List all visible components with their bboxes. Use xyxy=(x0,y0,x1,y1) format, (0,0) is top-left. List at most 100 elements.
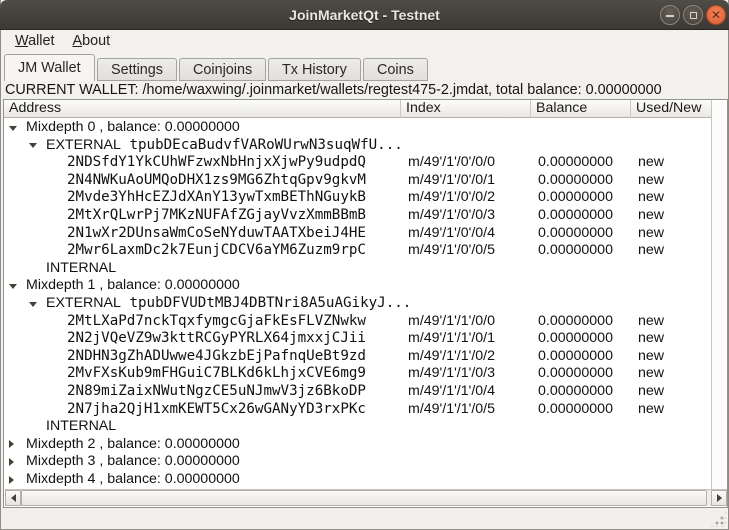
tab-settings[interactable]: Settings xyxy=(97,58,177,81)
address-cell: 2N4NWKuAoUMQoDHX1zs9MG6ZhtqGpv9gkvM xyxy=(67,172,366,190)
menu-bar: WalletAbout xyxy=(1,30,728,53)
horizontal-scrollbar[interactable] xyxy=(5,489,727,506)
xpub-text: tpubDEcaBudvfVARoWUrwN3suqWfU... xyxy=(121,137,403,153)
mixdepth-row[interactable]: Mixdepth 2 , balance: 0.00000000 xyxy=(4,436,712,454)
tab-coinjoins[interactable]: Coinjoins xyxy=(179,58,266,81)
menu-item-about[interactable]: About xyxy=(63,30,119,53)
mixdepth-row[interactable]: Mixdepth 0 , balance: 0.00000000 xyxy=(4,119,712,137)
maximize-button[interactable] xyxy=(683,5,703,25)
branch-label: EXTERNAL xyxy=(46,295,121,311)
balance-cell: 0.00000000 xyxy=(538,330,613,348)
collapse-expander-icon[interactable] xyxy=(9,284,17,289)
balance-cell: 0.00000000 xyxy=(538,401,613,419)
close-button[interactable]: ✕ xyxy=(706,5,726,25)
status-cell: new xyxy=(638,348,664,366)
address-row[interactable]: 2NDSfdY1YkCUhWFzwxNbHnjxXjwPy9udpdQ m/49'… xyxy=(4,154,712,172)
index-cell: m/49'/1'/1'/0/4 xyxy=(408,383,495,401)
collapse-expander-icon[interactable] xyxy=(29,143,37,148)
status-cell: new xyxy=(638,365,664,383)
address-row[interactable]: 2MtLXaPd7nckTqxfymgcGjaFkEsFLVZNwkw m/49'… xyxy=(4,313,712,331)
scroll-left-button[interactable] xyxy=(5,490,21,506)
column-header-index[interactable]: Index xyxy=(401,100,531,118)
index-cell: m/49'/1'/0'/0/2 xyxy=(408,189,495,207)
index-cell: m/49'/1'/0'/0/4 xyxy=(408,225,495,243)
index-cell: m/49'/1'/1'/0/2 xyxy=(408,348,495,366)
mixdepth-label: Mixdepth 4 , balance: 0.00000000 xyxy=(26,471,240,489)
address-cell: 2N89miZaixNWutNgzCE5uNJmwV3jz6BkoDP xyxy=(67,383,366,401)
scroll-right-icon xyxy=(717,494,722,502)
maximize-icon xyxy=(690,12,697,19)
scroll-left-icon xyxy=(11,494,16,502)
balance-cell: 0.00000000 xyxy=(538,313,613,331)
status-cell: new xyxy=(638,207,664,225)
address-row[interactable]: 2Mvde3YhHcEZJdXAnY13ywTxmBEThNGuykBm/49'… xyxy=(4,189,712,207)
mixdepth-label: Mixdepth 3 , balance: 0.00000000 xyxy=(26,453,240,471)
status-cell: new xyxy=(638,330,664,348)
address-cell: 2N1wXr2DUnsaWmCoSeNYduwTAATXbeiJ4HE xyxy=(67,225,366,243)
status-cell: new xyxy=(638,172,664,190)
expand-expander-icon[interactable] xyxy=(9,476,14,484)
balance-cell: 0.00000000 xyxy=(538,365,613,383)
branch-cell: EXTERNAL tpubDEcaBudvfVARoWUrwN3suqWfU..… xyxy=(46,137,403,155)
index-cell: m/49'/1'/0'/0/0 xyxy=(408,154,495,172)
expand-expander-icon[interactable] xyxy=(9,440,14,448)
internal-branch-row[interactable]: INTERNAL xyxy=(4,418,712,436)
collapse-expander-icon[interactable] xyxy=(29,302,37,307)
status-cell: new xyxy=(638,383,664,401)
address-row[interactable]: 2Mwr6LaxmDc2k7EunjCDCV6aYM6Zuzm9rpCm/49'… xyxy=(4,242,712,260)
resize-grip[interactable] xyxy=(710,511,726,527)
tab-tx-history[interactable]: Tx History xyxy=(268,58,361,81)
column-header-balance[interactable]: Balance xyxy=(531,100,631,118)
internal-branch-row[interactable]: INTERNAL xyxy=(4,260,712,278)
window-title: JoinMarketQt - Testnet xyxy=(0,0,729,30)
current-wallet-banner: CURRENT WALLET: /home/waxwing/.joinmarke… xyxy=(1,81,728,99)
tab-coins[interactable]: Coins xyxy=(363,58,428,81)
index-cell: m/49'/1'/0'/0/3 xyxy=(408,207,495,225)
external-branch-row[interactable]: EXTERNAL tpubDEcaBudvfVARoWUrwN3suqWfU..… xyxy=(4,137,712,155)
address-row[interactable]: 2N1wXr2DUnsaWmCoSeNYduwTAATXbeiJ4HE m/49'… xyxy=(4,225,712,243)
address-cell: 2NDSfdY1YkCUhWFzwxNbHnjxXjwPy9udpdQ xyxy=(67,154,366,172)
branch-cell: EXTERNAL tpubDFVUDtMBJ4DBTNri8A5uAGikyJ.… xyxy=(46,295,411,313)
address-cell: 2N7jha2QjH1xmKEWT5Cx26wGANyYD3rxPKc xyxy=(67,401,366,419)
vertical-scrollbar[interactable] xyxy=(711,101,726,489)
status-cell: new xyxy=(638,189,664,207)
balance-cell: 0.00000000 xyxy=(538,348,613,366)
window-bottom-strip xyxy=(1,508,728,529)
tab-jm-wallet[interactable]: JM Wallet xyxy=(4,54,95,81)
mixdepth-row[interactable]: Mixdepth 4 , balance: 0.00000000 xyxy=(4,471,712,489)
column-header-address[interactable]: Address xyxy=(4,100,401,118)
menu-item-wallet[interactable]: Wallet xyxy=(6,30,63,53)
address-cell: 2N2jVQeVZ9w3kttRCGyPYRLX64jmxxjCJii xyxy=(67,330,366,348)
address-cell: 2Mwr6LaxmDc2k7EunjCDCV6aYM6Zuzm9rpC xyxy=(67,242,366,260)
index-cell: m/49'/1'/1'/0/1 xyxy=(408,330,495,348)
address-cell: 2NDHN3gZhADUwwe4JGkzbEjPafnqUeBt9zd xyxy=(67,348,366,366)
expand-expander-icon[interactable] xyxy=(9,458,14,466)
mixdepth-row[interactable]: Mixdepth 3 , balance: 0.00000000 xyxy=(4,453,712,471)
mixdepth-row[interactable]: Mixdepth 1 , balance: 0.00000000 xyxy=(4,277,712,295)
address-row[interactable]: 2N4NWKuAoUMQoDHX1zs9MG6ZhtqGpv9gkvMm/49'… xyxy=(4,172,712,190)
column-header-used-new[interactable]: Used/New xyxy=(631,100,712,118)
horizontal-scrollbar-thumb[interactable] xyxy=(21,490,707,506)
address-row[interactable]: 2MtXrQLwrPj7MKzNUFAfZGjayVvzXmmBBmB m/49'… xyxy=(4,207,712,225)
minimize-button[interactable] xyxy=(660,5,680,25)
internal-label: INTERNAL xyxy=(46,260,116,278)
address-cell: 2MtLXaPd7nckTqxfymgcGjaFkEsFLVZNwkw xyxy=(67,313,366,331)
mixdepth-label: Mixdepth 2 , balance: 0.00000000 xyxy=(26,436,240,454)
scroll-right-button[interactable] xyxy=(711,490,727,506)
minimize-icon xyxy=(666,15,674,17)
address-row[interactable]: 2N7jha2QjH1xmKEWT5Cx26wGANyYD3rxPKcm/49'… xyxy=(4,401,712,419)
tab-bar: JM WalletSettingsCoinjoinsTx HistoryCoin… xyxy=(1,53,728,81)
address-row[interactable]: 2N2jVQeVZ9w3kttRCGyPYRLX64jmxxjCJii m/49'… xyxy=(4,330,712,348)
index-cell: m/49'/1'/1'/0/0 xyxy=(408,313,495,331)
address-row[interactable]: 2N89miZaixNWutNgzCE5uNJmwV3jz6BkoDP m/49'… xyxy=(4,383,712,401)
xpub-text: tpubDFVUDtMBJ4DBTNri8A5uAGikyJ... xyxy=(121,295,411,311)
collapse-expander-icon[interactable] xyxy=(9,126,17,131)
wallet-tree: AddressIndexBalanceUsed/New Mixdepth 0 ,… xyxy=(3,99,728,508)
address-row[interactable]: 2MvFXsKub9mFHGuiC7BLKd6kLhjxCVE6mg9m/49'… xyxy=(4,365,712,383)
balance-cell: 0.00000000 xyxy=(538,242,613,260)
external-branch-row[interactable]: EXTERNAL tpubDFVUDtMBJ4DBTNri8A5uAGikyJ.… xyxy=(4,295,712,313)
balance-cell: 0.00000000 xyxy=(538,225,613,243)
address-cell: 2MtXrQLwrPj7MKzNUFAfZGjayVvzXmmBBmB xyxy=(67,207,366,225)
address-row[interactable]: 2NDHN3gZhADUwwe4JGkzbEjPafnqUeBt9zd m/49'… xyxy=(4,348,712,366)
title-bar[interactable]: JoinMarketQt - Testnet ✕ xyxy=(0,0,729,30)
